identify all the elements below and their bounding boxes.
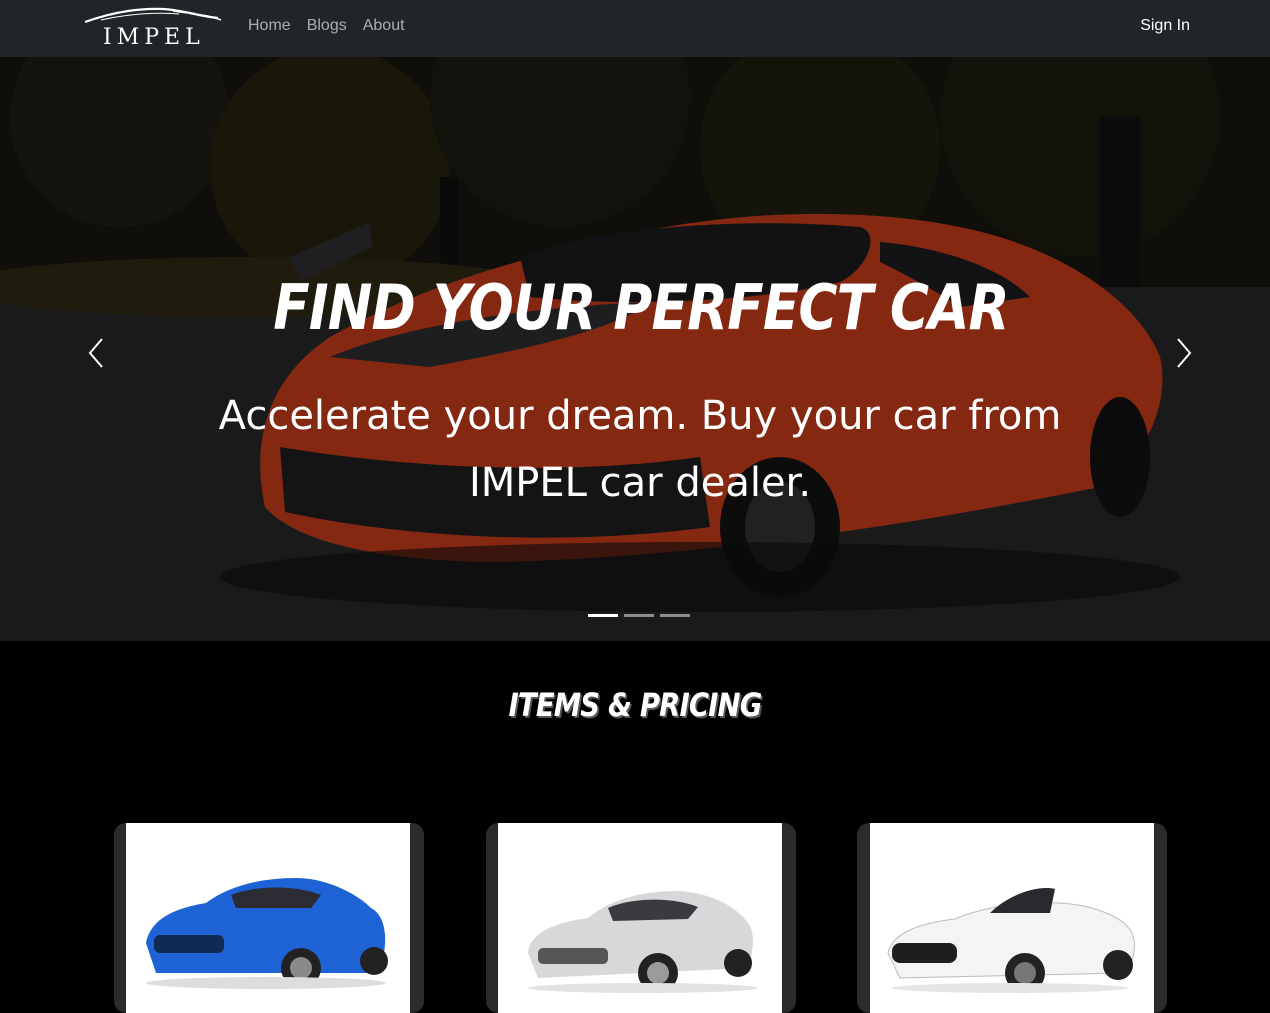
silver-coupe-image	[528, 891, 758, 993]
pricing-section-title: ITEMS & PRICING	[508, 686, 763, 724]
sign-in-link[interactable]: Sign In	[1140, 17, 1190, 35]
carousel-prev-button[interactable]	[82, 333, 112, 373]
chevron-right-icon	[1177, 338, 1192, 368]
hero-subtitle: Accelerate your dream. Buy your car from…	[218, 393, 1062, 506]
product-card[interactable]	[498, 823, 782, 1013]
hero-overlay	[0, 57, 1270, 641]
carousel-indicators	[588, 614, 690, 617]
navbar: IMPEL Home Blogs About Sign In	[0, 0, 1270, 58]
nav-links: Home Blogs About	[248, 17, 421, 35]
nav-link-blogs[interactable]: Blogs	[307, 17, 347, 35]
carousel-indicator-1[interactable]	[588, 614, 618, 617]
hero-carousel: FIND YOUR PERFECT CAR Accelerate your dr…	[0, 57, 1270, 641]
product-card[interactable]	[870, 823, 1154, 1013]
nav-link-about[interactable]: About	[363, 17, 405, 35]
brand-name: IMPEL	[103, 25, 205, 50]
carousel-indicator-3[interactable]	[660, 614, 690, 617]
blue-coupe-image	[146, 878, 388, 989]
brand-logo[interactable]: IMPEL	[83, 6, 223, 50]
carousel-next-button[interactable]	[1170, 333, 1200, 373]
chevron-left-icon	[88, 338, 103, 368]
nav-link-home[interactable]: Home	[248, 17, 291, 35]
product-card[interactable]	[126, 823, 410, 1013]
white-convertible-image	[887, 888, 1135, 993]
hero-title: FIND YOUR PERFECT CAR	[273, 271, 1009, 344]
carousel-indicator-2[interactable]	[624, 614, 654, 617]
